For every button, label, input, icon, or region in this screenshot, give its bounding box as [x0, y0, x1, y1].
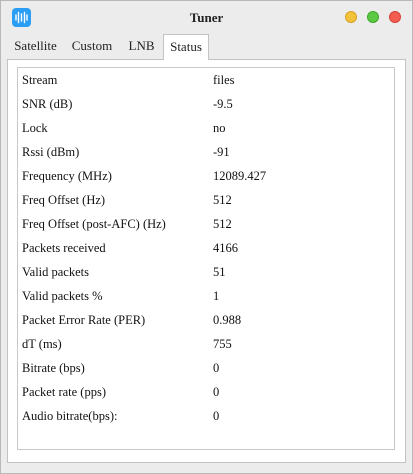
status-row-packets-received: Packets received 4166 [22, 241, 392, 261]
row-label: Packet rate (pps) [22, 385, 106, 399]
row-value: 0 [213, 361, 220, 375]
tab-satellite[interactable]: Satellite [7, 34, 64, 58]
row-label: Packets received [22, 241, 106, 255]
row-label: SNR (dB) [22, 97, 73, 111]
row-label: Audio bitrate(bps): [22, 409, 118, 423]
status-row-valid-packets-percent: Valid packets % 1 [22, 289, 392, 309]
row-value: 0.988 [213, 313, 242, 327]
row-value: 0 [213, 385, 220, 399]
row-label: Rssi (dBm) [22, 145, 80, 159]
row-label: Valid packets [22, 265, 89, 279]
row-value: 12089.427 [213, 169, 267, 183]
row-label: Stream [22, 73, 58, 87]
row-value: no [213, 121, 226, 135]
title-bar[interactable]: Tuner [1, 1, 412, 34]
row-label: Frequency (MHz) [22, 169, 112, 183]
status-row-snr: SNR (dB) -9.5 [22, 97, 392, 117]
status-row-stream: Stream files [22, 73, 392, 93]
status-row-rssi: Rssi (dBm) -91 [22, 145, 392, 165]
status-row-packet-rate: Packet rate (pps) 0 [22, 385, 392, 405]
tab-custom[interactable]: Custom [64, 34, 120, 58]
tab-status[interactable]: Status [163, 34, 209, 60]
status-row-lock: Lock no [22, 121, 392, 141]
row-value: -9.5 [213, 97, 233, 111]
close-button[interactable] [389, 11, 401, 23]
row-label: Freq Offset (post-AFC) (Hz) [22, 217, 166, 231]
row-value: files [213, 73, 235, 87]
row-value: 755 [213, 337, 232, 351]
row-value: 4166 [213, 241, 238, 255]
row-value: -91 [213, 145, 230, 159]
status-row-audio-bitrate: Audio bitrate(bps): 0 [22, 409, 392, 429]
status-row-freq-offset-post-afc: Freq Offset (post-AFC) (Hz) 512 [22, 217, 392, 237]
status-row-bitrate: Bitrate (bps) 0 [22, 361, 392, 381]
row-label: Lock [22, 121, 48, 135]
row-label: Freq Offset (Hz) [22, 193, 106, 207]
status-row-dt: dT (ms) 755 [22, 337, 392, 357]
tuner-window: Tuner Satellite Custom LNB Status Stream… [0, 0, 413, 474]
status-row-freq-offset: Freq Offset (Hz) 512 [22, 193, 392, 213]
row-value: 1 [213, 289, 220, 303]
row-label: Bitrate (bps) [22, 361, 85, 375]
row-label: Valid packets % [22, 289, 103, 303]
row-value: 512 [213, 217, 232, 231]
maximize-button[interactable] [367, 11, 379, 23]
status-row-per: Packet Error Rate (PER) 0.988 [22, 313, 392, 333]
row-value: 512 [213, 193, 232, 207]
status-panel: Stream files SNR (dB) -9.5 Lock no Rssi … [7, 59, 406, 463]
row-value: 51 [213, 265, 226, 279]
status-table: Stream files SNR (dB) -9.5 Lock no Rssi … [17, 67, 395, 450]
status-row-valid-packets: Valid packets 51 [22, 265, 392, 285]
tab-lnb[interactable]: LNB [120, 34, 163, 58]
status-row-frequency: Frequency (MHz) 12089.427 [22, 169, 392, 189]
row-label: dT (ms) [22, 337, 62, 351]
minimize-button[interactable] [345, 11, 357, 23]
row-value: 0 [213, 409, 220, 423]
row-label: Packet Error Rate (PER) [22, 313, 146, 327]
